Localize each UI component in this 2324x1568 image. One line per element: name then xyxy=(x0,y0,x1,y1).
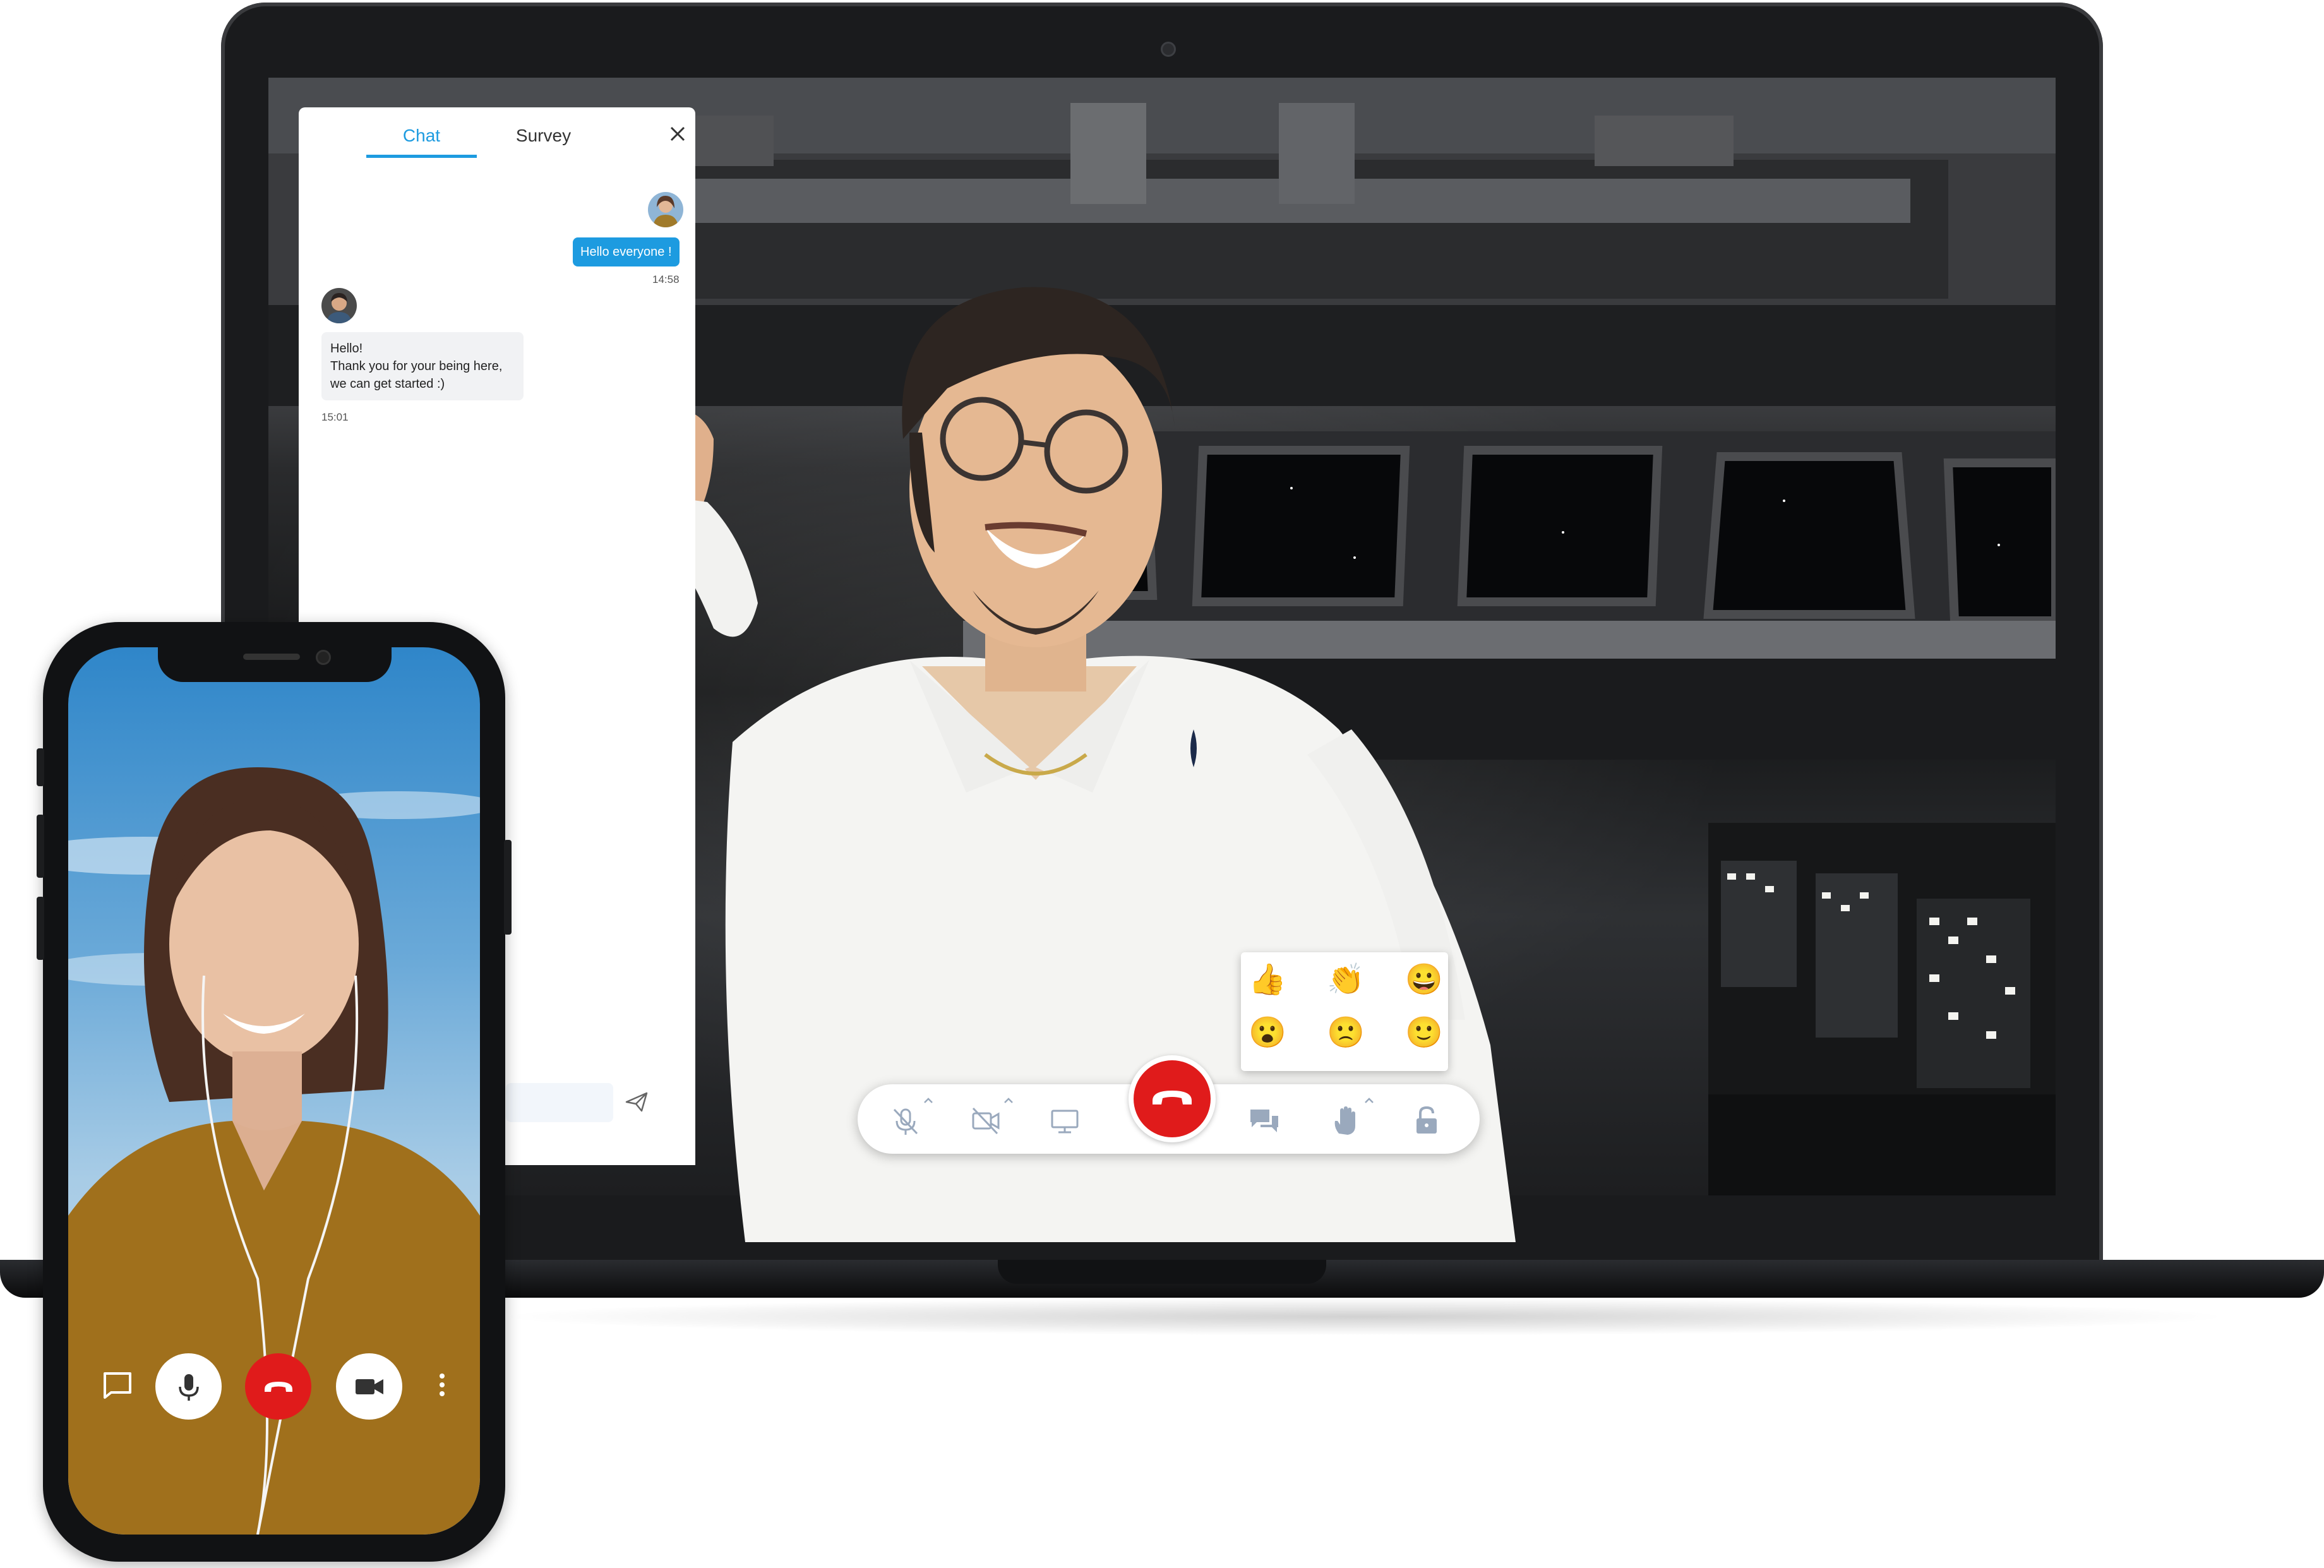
phone-side-button xyxy=(37,897,44,960)
hangup-icon xyxy=(1150,1079,1194,1117)
phone-hangup-button[interactable] xyxy=(245,1353,311,1420)
message-line: we can get started :) xyxy=(330,375,515,393)
phone-mic-button[interactable] xyxy=(155,1353,222,1420)
avatar xyxy=(321,288,357,323)
laptop-shadow xyxy=(493,1298,2236,1336)
phone-side-button xyxy=(37,815,44,878)
phone-side-button xyxy=(37,748,44,786)
chat-message-input[interactable] xyxy=(506,1083,613,1122)
message-outgoing: Hello everyone ! xyxy=(573,237,680,266)
message-time: 14:58 xyxy=(652,273,680,286)
camera-off-icon[interactable] xyxy=(969,1104,1002,1137)
avatar xyxy=(648,192,683,227)
screen-share-icon[interactable] xyxy=(1048,1104,1081,1137)
hangup-icon xyxy=(262,1370,295,1403)
reaction-grin[interactable]: 😀 xyxy=(1405,962,1441,998)
phone-notch xyxy=(158,647,392,682)
mic-off-icon[interactable] xyxy=(889,1104,922,1137)
message-incoming: Hello! Thank you for your being here, we… xyxy=(321,332,524,400)
phone-video-button[interactable] xyxy=(336,1353,402,1420)
reaction-surprised[interactable]: 😮 xyxy=(1249,1015,1284,1051)
background-consoles xyxy=(1708,823,2056,1195)
phone-front-camera xyxy=(316,650,331,665)
phone-speaker xyxy=(243,654,300,660)
reaction-smile[interactable]: 🙂 xyxy=(1405,1015,1441,1051)
mic-icon xyxy=(172,1370,205,1403)
message-line: Thank you for your being here, xyxy=(330,357,515,375)
video-camera-icon xyxy=(353,1370,386,1403)
chat-tabs: Chat Survey xyxy=(299,107,695,158)
phone-side-button xyxy=(504,840,512,935)
tab-survey[interactable]: Survey xyxy=(488,123,599,155)
reaction-clap[interactable]: 👏 xyxy=(1327,962,1362,998)
message-line: Hello! xyxy=(330,340,515,357)
reactions-panel: 👍 👏 😀 😮 🙁 🙂 xyxy=(1241,952,1448,1071)
close-icon[interactable] xyxy=(665,121,690,147)
chat-bubbles-icon[interactable] xyxy=(1248,1104,1281,1137)
raise-hand-chevron-icon[interactable] xyxy=(1362,1093,1377,1108)
chat-icon[interactable] xyxy=(100,1367,135,1403)
camera-options-chevron-icon[interactable] xyxy=(1001,1093,1016,1108)
raise-hand-icon[interactable] xyxy=(1329,1104,1362,1137)
lock-icon[interactable] xyxy=(1410,1104,1443,1137)
laptop-hinge-notch xyxy=(998,1260,1326,1284)
laptop-camera xyxy=(1161,42,1176,57)
more-vertical-icon[interactable] xyxy=(424,1367,460,1403)
reaction-thumbs-up[interactable]: 👍 xyxy=(1249,962,1284,998)
send-icon[interactable] xyxy=(624,1089,649,1115)
reaction-sad[interactable]: 🙁 xyxy=(1327,1015,1362,1051)
mic-options-chevron-icon[interactable] xyxy=(921,1093,936,1108)
hangup-button[interactable] xyxy=(1129,1055,1216,1142)
tab-chat[interactable]: Chat xyxy=(366,123,477,158)
message-time: 15:01 xyxy=(321,411,349,424)
